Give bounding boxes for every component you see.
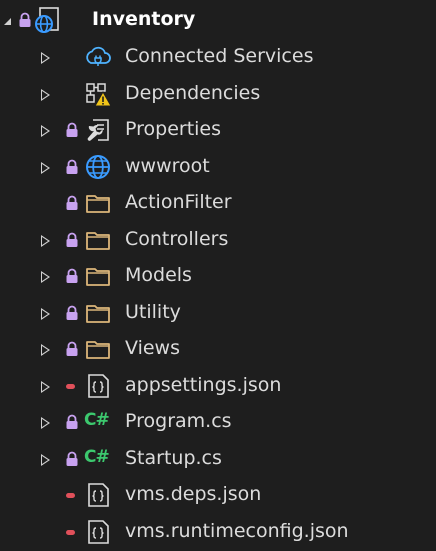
expand-arrow-icon[interactable]: [41, 271, 50, 283]
tree-node[interactable]: Views: [0, 331, 436, 368]
folder-icon: [84, 189, 112, 217]
tree-node-root[interactable]: Inventory: [0, 2, 436, 39]
lock-icon: [65, 341, 79, 357]
tree-node[interactable]: Models: [0, 258, 436, 295]
tree-node-label: Controllers: [125, 227, 229, 250]
expand-arrow-icon[interactable]: [41, 52, 50, 64]
excluded-badge-icon: [66, 493, 75, 498]
collapse-arrow-icon[interactable]: [4, 18, 11, 25]
lock-icon: [65, 451, 79, 467]
expand-arrow-icon[interactable]: [41, 453, 50, 466]
tree-node-label: wwwroot: [125, 154, 210, 177]
lock-icon: [65, 122, 79, 138]
tree-node-label: vms.deps.json: [125, 483, 262, 505]
folder-icon: [84, 226, 112, 254]
folder-icon: [84, 299, 112, 327]
expand-arrow-icon[interactable]: [41, 125, 50, 137]
tree-node[interactable]: ActionFilter: [0, 185, 436, 222]
tree-node[interactable]: C# Startup.cs: [0, 441, 436, 478]
connected-services-icon: [84, 43, 112, 71]
tree-node[interactable]: Utility: [0, 295, 436, 332]
expand-arrow-icon[interactable]: [41, 234, 50, 247]
expand-arrow-icon[interactable]: [41, 380, 50, 393]
tree-node-label: ActionFilter: [125, 191, 232, 213]
tree-node[interactable]: vms.runtimeconfig.json: [0, 514, 436, 551]
lock-icon: [65, 305, 79, 321]
tree-node-label: Startup.cs: [125, 446, 222, 469]
folder-icon: [84, 335, 112, 363]
lock-icon: [65, 414, 79, 430]
expand-arrow-icon[interactable]: [41, 307, 50, 320]
tree-node-label: vms.runtimeconfig.json: [125, 519, 349, 542]
tree-node[interactable]: appsettings.json: [0, 368, 436, 405]
tree-node-label: Views: [125, 337, 180, 359]
json-file-icon: [84, 481, 112, 509]
lock-icon: [65, 268, 79, 284]
properties-icon: [84, 116, 112, 144]
json-file-icon: [84, 372, 112, 400]
csharp-file-icon: C#: [84, 446, 110, 467]
web-project-icon: [35, 7, 59, 33]
tree-node[interactable]: Controllers: [0, 222, 436, 259]
tree-node[interactable]: Dependencies: [0, 76, 436, 113]
csharp-file-icon: C#: [84, 410, 110, 430]
tree-node-label: Properties: [125, 118, 222, 140]
tree-node-label: Program.cs: [125, 410, 232, 432]
lock-icon: [65, 232, 79, 248]
lock-icon: [65, 159, 79, 175]
excluded-badge-icon: [66, 383, 75, 389]
tree-node-label: Inventory: [92, 8, 196, 30]
tree-node[interactable]: Connected Services: [0, 39, 436, 76]
tree-node[interactable]: vms.deps.json: [0, 477, 436, 514]
expand-arrow-icon[interactable]: [41, 161, 50, 174]
tree-node-label: Dependencies: [125, 81, 261, 104]
tree-node-label: appsettings.json: [125, 373, 282, 396]
tree-node-label: Connected Services: [125, 45, 314, 67]
tree-node[interactable]: C# Program.cs: [0, 404, 436, 441]
lock-icon: [19, 12, 31, 27]
tree-node-label: Utility: [125, 300, 181, 323]
globe-icon: [84, 153, 112, 181]
expand-arrow-icon[interactable]: [41, 417, 50, 429]
tree-node-label: Models: [125, 264, 192, 286]
tree-node[interactable]: wwwroot: [0, 149, 436, 186]
tree-node[interactable]: Properties: [0, 112, 436, 149]
json-file-icon: [84, 518, 112, 546]
expand-arrow-icon[interactable]: [41, 88, 50, 101]
excluded-badge-icon: [66, 529, 75, 535]
folder-icon: [84, 262, 112, 290]
lock-icon: [65, 195, 79, 211]
dependencies-warning-icon: [84, 80, 112, 108]
expand-arrow-icon[interactable]: [41, 344, 50, 356]
solution-explorer-tree: Inventory Connected Services Dependencies…: [0, 0, 436, 546]
